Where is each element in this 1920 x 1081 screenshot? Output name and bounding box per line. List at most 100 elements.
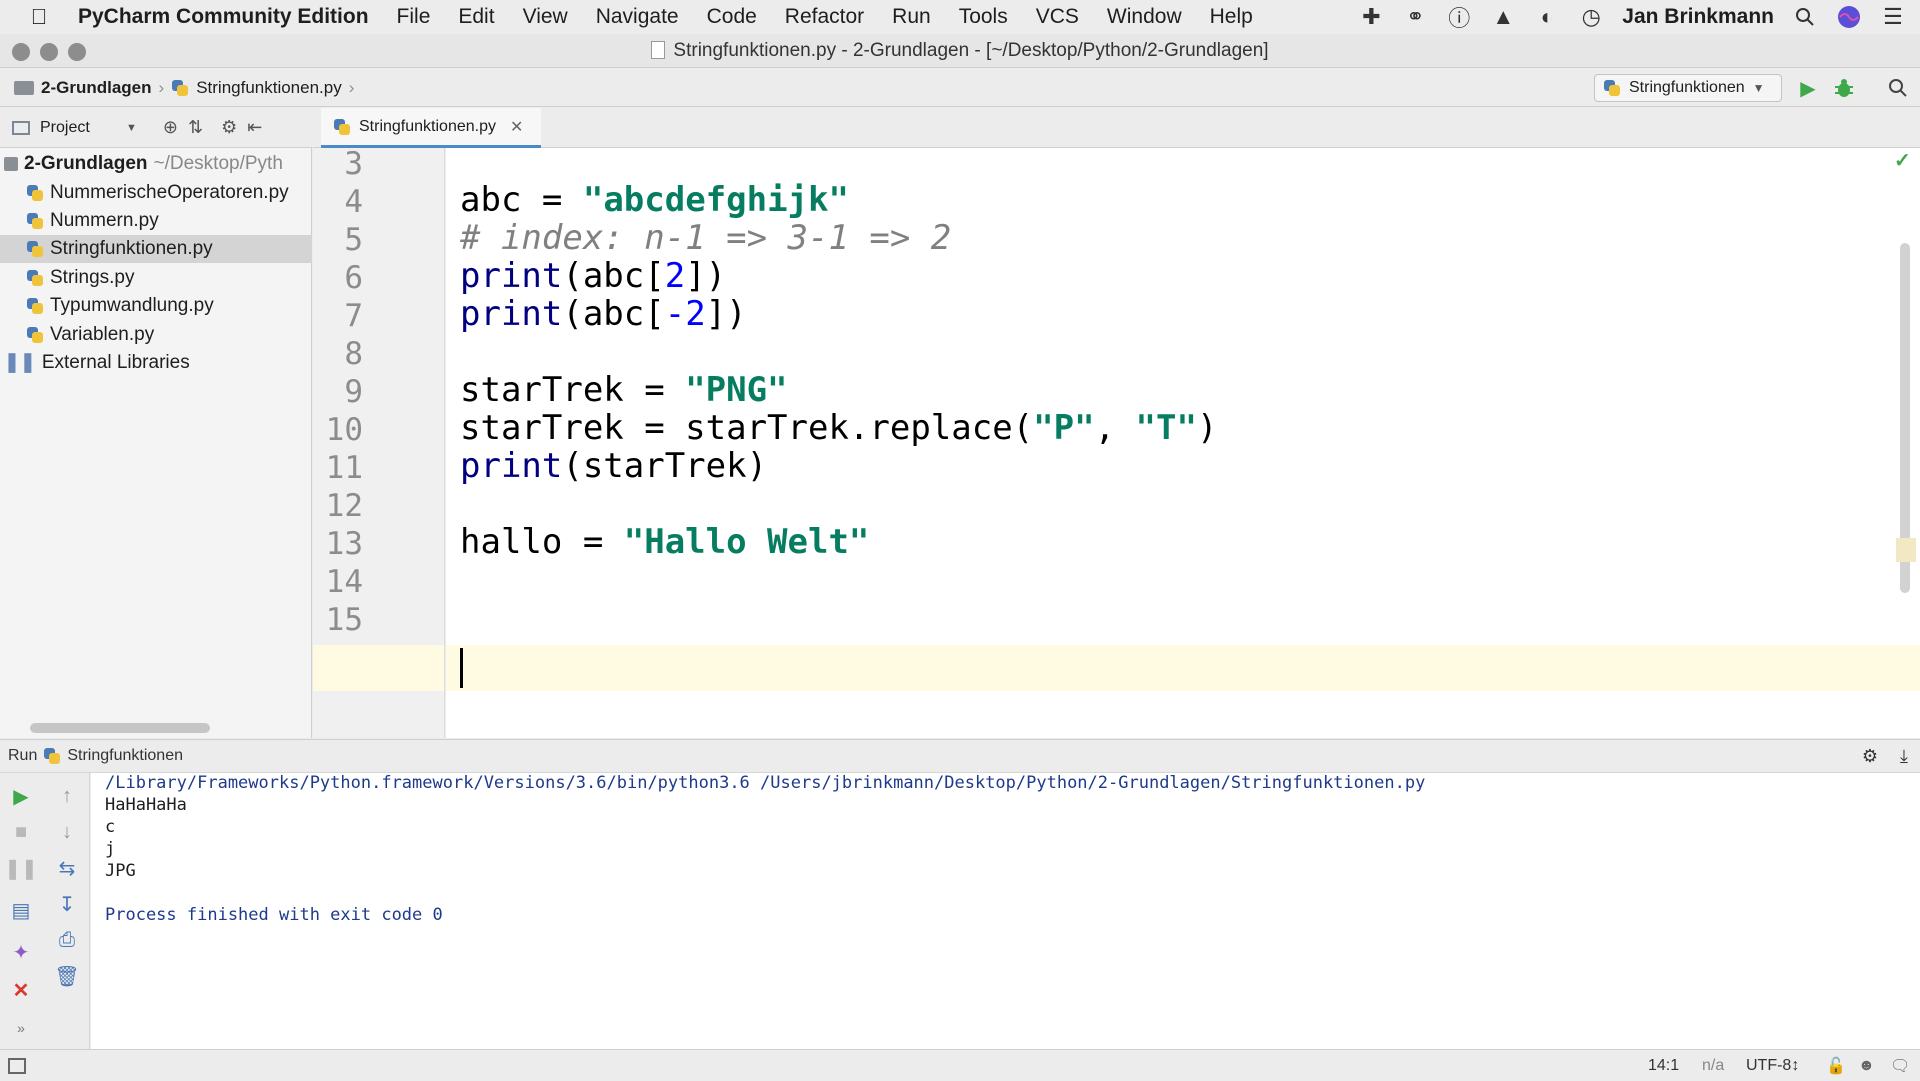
pin-tab-icon[interactable]: ✦ — [6, 937, 36, 967]
scroll-up-icon[interactable]: ↑ — [52, 781, 82, 811]
tree-file-variablen[interactable]: Variablen.py — [0, 321, 312, 349]
creative-cloud-icon[interactable]: ⚭ — [1402, 4, 1428, 30]
line-number: 14 — [325, 564, 363, 600]
stop-icon[interactable]: ■ — [6, 817, 36, 847]
file-encoding[interactable]: UTF-8↕ — [1746, 1050, 1799, 1081]
macos-menu-bar:  PyCharm Community Edition File Edit Vi… — [0, 0, 1920, 34]
pause-icon[interactable]: ❚❚ — [4, 853, 38, 883]
menu-refactor[interactable]: Refactor — [785, 5, 864, 29]
line-number: 3 — [344, 148, 363, 182]
menu-edit[interactable]: Edit — [458, 5, 494, 29]
tab-stringfunktionen[interactable]: Stringfunktionen.py ✕ — [321, 108, 541, 148]
scroll-to-end-icon[interactable]: ↧ — [52, 889, 82, 919]
time-machine-icon[interactable]: ◷ — [1578, 4, 1604, 30]
collapse-all-icon[interactable]: ⇅ — [188, 117, 203, 138]
close-run-icon[interactable]: ✕ — [6, 975, 36, 1005]
menu-tools[interactable]: Tools — [959, 5, 1008, 29]
breadcrumb-file[interactable]: Stringfunktionen.py — [196, 78, 342, 98]
line-number: 12 — [325, 488, 363, 524]
scroll-down-icon[interactable]: ↓ — [52, 817, 82, 847]
close-tab-icon[interactable]: ✕ — [510, 117, 523, 137]
tree-external-libraries[interactable]: ❚❚ External Libraries — [0, 349, 312, 377]
tree-root-folder[interactable]: 2-Grundlagen ~/Desktop/Pyth — [0, 150, 312, 178]
project-toolwindow-header: Project ▼ ⊕ ⇅ ⚙ ⇤ — [0, 108, 312, 148]
menu-code[interactable]: Code — [707, 5, 757, 29]
code-line-11: print(starTrek) — [460, 446, 768, 486]
leaf-status-icon[interactable]: ◐ — [1534, 4, 1560, 30]
breadcrumb-project[interactable]: 2-Grundlagen — [41, 78, 152, 98]
scrollbar-marker — [1896, 538, 1916, 562]
plus-status-icon[interactable]: ✚ — [1358, 4, 1384, 30]
apple-menu-icon[interactable]:  — [18, 4, 60, 30]
tree-file-strings[interactable]: Strings.py — [0, 264, 312, 292]
run-label: Run — [8, 747, 38, 764]
spotlight-search-icon[interactable] — [1792, 4, 1818, 30]
rerun-button[interactable]: ▶ — [6, 781, 36, 811]
caret-position[interactable]: 14:1 — [1648, 1050, 1679, 1081]
menu-run[interactable]: Run — [892, 5, 931, 29]
menu-vcs[interactable]: VCS — [1036, 5, 1079, 29]
code-line-4: abc = "abcdefghijk" — [460, 180, 849, 220]
event-log-icon[interactable]: 🗨 — [1890, 1050, 1910, 1081]
line-number: 7 — [344, 298, 363, 334]
horizontal-scrollbar[interactable] — [30, 723, 210, 733]
python-file-icon — [171, 79, 189, 97]
trash-clear-icon[interactable]: 🗑 — [52, 961, 82, 991]
line-number: 10 — [325, 412, 363, 448]
more-actions-icon[interactable]: » — [6, 1013, 36, 1043]
tree-file-nummern[interactable]: Nummern.py — [0, 207, 312, 235]
toggle-toolwindows-icon[interactable] — [8, 1050, 26, 1081]
line-separator[interactable]: n/a — [1702, 1050, 1724, 1081]
tree-file-nummerischeoperatoren[interactable]: NummerischeOperatoren.py — [0, 179, 312, 207]
menu-view[interactable]: View — [523, 5, 568, 29]
menu-file[interactable]: File — [397, 5, 431, 29]
menu-navigate[interactable]: Navigate — [596, 5, 679, 29]
hide-panel-icon[interactable]: ⇤ — [247, 117, 262, 138]
code-line-5: # index: n-1 => 3-1 => 2 — [460, 218, 952, 258]
app-name-menu[interactable]: PyCharm Community Edition — [78, 5, 369, 29]
run-console[interactable]: /Library/Frameworks/Python.framework/Ver… — [91, 773, 1920, 1049]
shield-status-icon[interactable]: ▲ — [1490, 4, 1516, 30]
settings-gear-icon[interactable]: ⚙ — [221, 117, 237, 138]
python-file-icon — [26, 297, 44, 315]
line-number: 6 — [344, 260, 363, 296]
print-icon[interactable]: ⎙ — [52, 925, 82, 955]
navigation-bar: 2-Grundlagen › Stringfunktionen.py › Str… — [0, 69, 1920, 107]
run-toolwindow-header: Run Stringfunktionen ⚙ ⤓ — [0, 739, 1920, 773]
menu-extras: ✚ ⚭ ⓘ ▲ ◐ ◷ Jan Brinkmann ☰ — [1358, 0, 1906, 34]
restore-layout-icon[interactable]: ▤ — [6, 895, 36, 925]
console-command-line: /Library/Frameworks/Python.framework/Ver… — [105, 773, 1426, 793]
locate-file-icon[interactable]: ⊕ — [163, 117, 178, 138]
lock-icon[interactable]: 🔓 — [1826, 1050, 1846, 1081]
menu-help[interactable]: Help — [1210, 5, 1253, 29]
user-name[interactable]: Jan Brinkmann — [1622, 5, 1774, 29]
tree-file-typumwandlung[interactable]: Typumwandlung.py — [0, 292, 312, 320]
python-file-icon — [26, 269, 44, 287]
project-view-selector[interactable]: Project — [40, 119, 116, 137]
python-file-icon — [333, 118, 351, 136]
run-settings-gear-icon[interactable]: ⚙ — [1862, 746, 1878, 767]
line-number: 15 — [325, 602, 363, 638]
run-button[interactable]: ▶ — [1794, 74, 1822, 102]
soft-wrap-icon[interactable]: ⇆ — [52, 853, 82, 883]
tree-file-stringfunktionen[interactable]: Stringfunktionen.py — [0, 235, 312, 263]
current-line-highlight — [446, 645, 1920, 691]
text-caret — [460, 648, 463, 688]
run-config-tab[interactable]: Stringfunktionen — [67, 747, 183, 765]
debug-bug-icon[interactable] — [1830, 74, 1858, 102]
hide-run-panel-icon[interactable]: ⤓ — [1900, 746, 1908, 767]
search-everywhere-icon[interactable] — [1884, 74, 1912, 102]
inspector-icon[interactable]: ☻ — [1858, 1050, 1875, 1081]
run-configuration-dropdown[interactable]: Stringfunktionen ▼ — [1594, 74, 1782, 102]
siri-icon[interactable] — [1836, 4, 1862, 30]
tree-file-label: Strings.py — [50, 267, 135, 288]
inspection-ok-check-icon[interactable]: ✓ — [1894, 148, 1914, 172]
chevron-down-icon[interactable]: ▼ — [126, 122, 137, 134]
python-file-icon — [43, 747, 61, 765]
password-manager-icon[interactable]: ⓘ — [1446, 4, 1472, 31]
console-output-line: c — [105, 817, 116, 837]
menu-window[interactable]: Window — [1107, 5, 1182, 29]
notification-center-icon[interactable]: ☰ — [1880, 4, 1906, 30]
run-configuration-label: Stringfunktionen — [1629, 79, 1745, 96]
code-editor[interactable]: abc = "abcdefghijk" # index: n-1 => 3-1 … — [446, 148, 1920, 738]
